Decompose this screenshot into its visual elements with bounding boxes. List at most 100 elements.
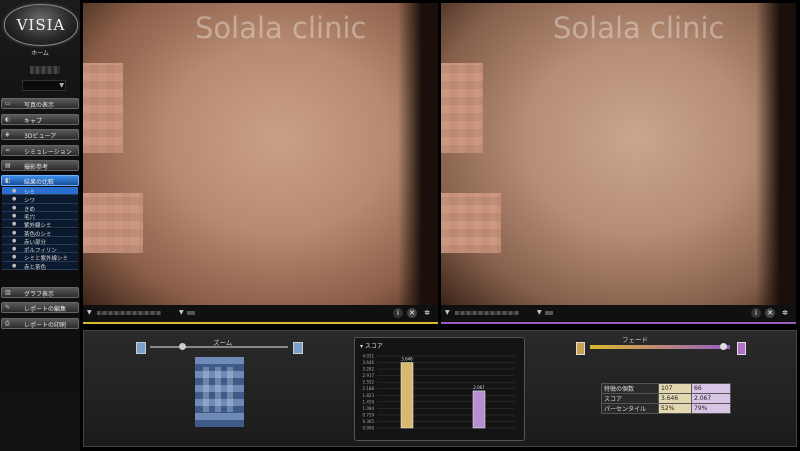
- chevron-down-icon[interactable]: ▼: [537, 309, 542, 316]
- sub-item-pores[interactable]: ● 毛穴: [2, 211, 78, 221]
- score-chart-title[interactable]: ▾ スコア: [360, 341, 383, 350]
- watermark: Solala clinic: [195, 11, 367, 45]
- stat-left-value: 52%: [658, 403, 692, 414]
- info-icon[interactable]: i: [393, 308, 403, 318]
- y-tick-label: 0.365: [363, 419, 375, 424]
- bullet-icon: ●: [12, 229, 17, 236]
- photo-right[interactable]: Solala clinic: [441, 3, 796, 305]
- zoom-slider[interactable]: [150, 346, 288, 348]
- bar-value-label: 2.067: [473, 385, 485, 390]
- nav-simulation[interactable]: ≈ シミュレーション: [1, 145, 79, 156]
- nav-compare-results[interactable]: ◧ 結果の比較: [1, 175, 79, 186]
- bullet-icon: ●: [12, 254, 17, 261]
- nose-mosaic: [441, 63, 483, 153]
- fade-label: フェード: [622, 336, 648, 344]
- print-icon: ⎙: [5, 320, 10, 327]
- stat-right-value: 2.067: [691, 393, 731, 404]
- bar-value-label: 3.646: [401, 357, 413, 362]
- y-tick-label: 1.459: [363, 399, 375, 404]
- fade-right-icon[interactable]: [737, 342, 746, 355]
- chevron-down-icon[interactable]: ▼: [179, 309, 184, 316]
- nav-3d-viewer[interactable]: ◈ 3Dビューア: [1, 129, 79, 140]
- gear-icon[interactable]: ✲: [780, 308, 790, 318]
- mode-blurred: [545, 311, 553, 315]
- bullet-icon: ●: [12, 204, 17, 211]
- nav-label: グラフ表示: [24, 291, 55, 298]
- nav-label: キャプ: [24, 118, 43, 125]
- nav-label: レポートの印刷: [24, 322, 67, 329]
- y-tick-label: 1.094: [363, 406, 375, 411]
- nav-capture[interactable]: ◐ キャプ: [1, 114, 79, 125]
- date-blurred: [455, 311, 519, 315]
- fade-left-icon[interactable]: [576, 342, 585, 355]
- photo-icon: ▭: [5, 100, 11, 107]
- table-row: スコア 3.646 2.067: [601, 393, 731, 404]
- y-tick-label: 3.282: [363, 367, 375, 372]
- bullet-icon: ●: [12, 262, 17, 269]
- visia-logo[interactable]: VISIA: [4, 4, 78, 46]
- compare-icon: ◧: [5, 177, 11, 184]
- nav-label: 写真の表示: [24, 102, 55, 109]
- stat-right-value: 79%: [691, 403, 731, 414]
- info-icon[interactable]: i: [751, 308, 761, 318]
- nav-graph[interactable]: ▥ グラフ表示: [1, 287, 79, 298]
- chevron-down-icon[interactable]: ▼: [87, 309, 92, 316]
- close-icon[interactable]: ✕: [765, 308, 775, 318]
- watermark: Solala clinic: [553, 11, 725, 45]
- simulation-icon: ≈: [5, 147, 11, 154]
- stat-left-value: 3.646: [658, 393, 692, 404]
- bullet-icon: ●: [12, 221, 17, 228]
- gear-icon[interactable]: ✲: [422, 308, 432, 318]
- sub-label: 赤と茶色: [24, 264, 47, 271]
- chevron-down-icon[interactable]: ▼: [445, 309, 450, 316]
- patient-name-blurred: [30, 66, 60, 74]
- zoom-navigator-thumbnail[interactable]: [195, 357, 244, 427]
- zoom-in-icon[interactable]: [293, 342, 303, 354]
- mouth-mosaic: [83, 193, 143, 253]
- logo-text: VISIA: [16, 16, 66, 34]
- sub-item-spots[interactable]: ● シミ: [2, 187, 78, 196]
- stat-label: スコア: [601, 393, 659, 404]
- fade-slider-thumb[interactable]: [720, 343, 727, 350]
- nose-mosaic: [83, 63, 123, 153]
- sub-item-wrinkles[interactable]: ● シワ: [2, 195, 78, 204]
- nav-label: 結果の比較: [24, 179, 55, 186]
- zoom-slider-thumb[interactable]: [178, 343, 186, 350]
- camera-icon: ◐: [5, 116, 11, 123]
- stat-label: 特徴の個数: [601, 383, 659, 394]
- mode-blurred: [187, 311, 195, 315]
- date-blurred: [97, 311, 161, 315]
- nav-label: シミュレーション: [24, 149, 72, 156]
- score-bar-left: [400, 362, 414, 429]
- home-link[interactable]: ホーム: [0, 48, 80, 57]
- score-title-text: スコア: [364, 343, 383, 350]
- zoom-out-icon[interactable]: [136, 342, 146, 354]
- y-tick-label: 2.188: [363, 386, 375, 391]
- fade-slider[interactable]: [590, 345, 730, 349]
- nav-view-photos[interactable]: ▭ 写真の表示: [1, 98, 79, 109]
- sub-item-red-brown[interactable]: ● 赤と茶色: [2, 261, 78, 271]
- sub-item-brown-spots[interactable]: ● 茶色のシミ: [2, 228, 78, 238]
- nav-label: 3Dビューア: [24, 133, 57, 140]
- y-tick-label: 1.823: [363, 393, 375, 398]
- patient-select[interactable]: ▼: [22, 80, 66, 91]
- bullet-icon: ●: [12, 246, 17, 253]
- sub-item-uv-spots[interactable]: ● 紫外線シミ: [2, 220, 78, 229]
- sub-item-red-areas[interactable]: ● 赤い部分: [2, 236, 78, 246]
- close-icon[interactable]: ✕: [407, 308, 417, 318]
- sub-item-texture[interactable]: ● きめ: [2, 203, 78, 213]
- score-chart-panel: 4.011 3.646 3.282 2.917 2.552 2.188 1.823 1.459…: [354, 337, 525, 441]
- table-row: 特徴の個数 107 66: [601, 383, 731, 394]
- stat-label: パーセンタイル: [601, 403, 659, 414]
- reference-icon: ▤: [5, 162, 11, 169]
- photo-left[interactable]: Solala clinic: [83, 3, 438, 305]
- nav-report-print[interactable]: ⎙ レポートの印刷: [1, 318, 79, 329]
- sub-item-spots-uv[interactable]: ● シミと紫外線シミ: [2, 253, 78, 262]
- score-chart: 4.0113.6463.2822.9172.5522.1881.8231.459…: [363, 354, 515, 431]
- score-bar-right: [472, 390, 486, 429]
- hair-region: [756, 3, 796, 305]
- sub-item-porphyrins[interactable]: ● ポルフィリン: [2, 245, 78, 254]
- nav-reference[interactable]: ▤ 撮影参考: [1, 160, 79, 171]
- nav-report-edit[interactable]: ✎ レポートの編集: [1, 302, 79, 313]
- bullet-icon: ●: [12, 212, 17, 219]
